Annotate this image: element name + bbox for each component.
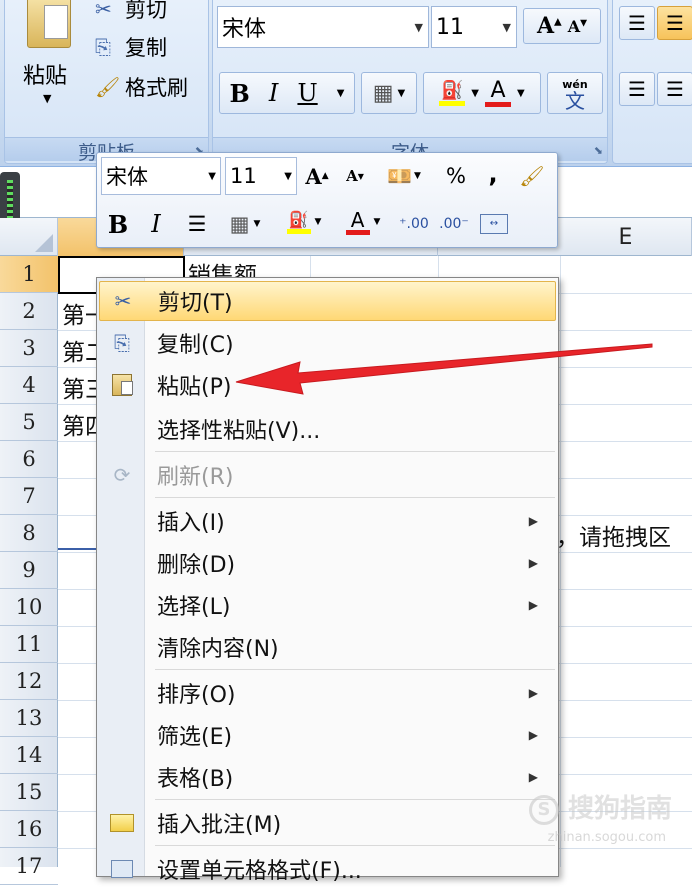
watermark-logo-text: 搜狗指南 [567, 794, 672, 824]
annotation-arrow [235, 343, 653, 395]
annotation-arrow-shape [235, 343, 653, 395]
sogou-logo-icon: S [528, 794, 559, 825]
watermark-url: zhinan.sogou.com [547, 830, 666, 845]
watermark-logo: S 搜狗指南 [528, 788, 672, 825]
